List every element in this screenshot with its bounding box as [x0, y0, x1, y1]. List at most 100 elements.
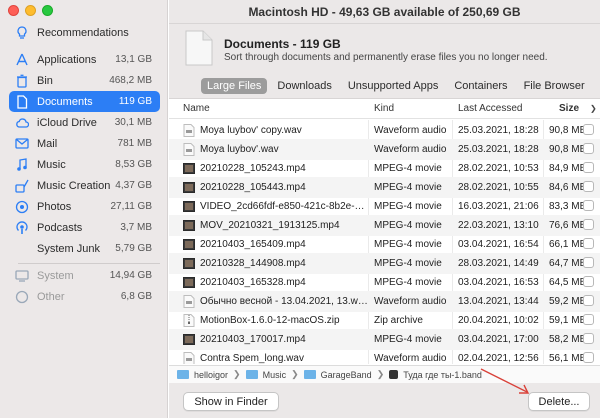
file-name: 20210228_105243.mp4: [200, 163, 306, 174]
path-segment[interactable]: GarageBand: [321, 370, 372, 380]
file-select-checkbox[interactable]: [583, 143, 594, 154]
sidebar-item-size: 13,1 GB: [115, 54, 152, 65]
file-select-checkbox[interactable]: [583, 219, 594, 230]
sidebar-item-label: Music: [37, 158, 66, 171]
file-select-checkbox[interactable]: [583, 352, 594, 363]
table-row[interactable]: 20210228_105443.mp4 MPEG-4 movie 28.02.202…: [169, 177, 600, 198]
tab-unsupported-apps[interactable]: Unsupported Apps: [342, 78, 445, 94]
file-size: 83,3 MB: [549, 201, 587, 212]
sidebar-item-music-creation[interactable]: Music Creation 4,37 GB: [9, 175, 160, 196]
sort-chevron-icon[interactable]: ❯: [590, 104, 597, 113]
tab-large-files[interactable]: Large Files: [201, 78, 268, 94]
sidebar-item-size: 8,53 GB: [115, 159, 152, 170]
file-select-checkbox[interactable]: [583, 295, 594, 306]
file-select-checkbox[interactable]: [583, 162, 594, 173]
category-header: Documents - 119 GB Sort through document…: [169, 24, 600, 74]
mail-icon: [15, 137, 29, 151]
music-icon: [15, 157, 29, 172]
file-last-accessed: 28.03.2021, 14:49: [458, 258, 539, 269]
file-select-checkbox[interactable]: [583, 200, 594, 211]
file-select-checkbox[interactable]: [583, 124, 594, 135]
audio-file-icon: [183, 143, 195, 156]
sidebar-item-icloud-drive[interactable]: iCloud Drive 30,1 MB: [9, 112, 160, 133]
file-last-accessed: 03.04.2021, 16:54: [458, 239, 539, 250]
sidebar-item-system[interactable]: System 14,94 GB: [9, 265, 160, 286]
sidebar-item-size: 3,7 MB: [120, 222, 152, 233]
video-file-icon: [183, 162, 195, 175]
music-creation-icon: [15, 179, 29, 193]
file-kind: MPEG-4 movie: [374, 258, 442, 269]
table-row[interactable]: Moya luybov' copy.wav Waveform audio 25.03…: [169, 120, 600, 141]
category-title: Documents - 119 GB: [224, 37, 341, 51]
video-file-icon: [183, 333, 195, 346]
file-last-accessed: 25.03.2021, 18:28: [458, 125, 539, 136]
video-file-icon: [183, 200, 195, 213]
delete-button[interactable]: Delete...: [528, 392, 590, 411]
file-select-checkbox[interactable]: [583, 333, 594, 344]
folder-icon: [303, 370, 316, 379]
path-segment[interactable]: helloigor: [194, 370, 228, 380]
sidebar-item-label: System Junk: [37, 242, 100, 255]
sidebar-item-label: iCloud Drive: [37, 116, 97, 129]
column-name[interactable]: Name: [183, 103, 210, 114]
file-size: 66,1 MB: [549, 239, 587, 250]
table-row[interactable]: VIDEO_2cd66fdf-e850-421c-8b2e-… MPEG-4 mo…: [169, 196, 600, 217]
main-panel: Macintosh HD - 49,63 GB available of 250…: [169, 0, 600, 418]
file-select-checkbox[interactable]: [583, 257, 594, 268]
file-last-accessed: 16.03.2021, 21:06: [458, 201, 539, 212]
photos-icon: [15, 200, 29, 214]
sidebar-item-recommendations[interactable]: Recommendations: [9, 22, 160, 43]
sidebar-divider: [18, 263, 160, 264]
table-row[interactable]: MOV_20210321_1913125.mp4 MPEG-4 movie 22.0…: [169, 215, 600, 236]
table-row[interactable]: 20210403_170017.mp4 MPEG-4 movie 03.04.202…: [169, 329, 600, 350]
sidebar-item-music[interactable]: Music 8,53 GB: [9, 154, 160, 175]
file-size: 84,9 MB: [549, 163, 587, 174]
table-row[interactable]: MotionBox-1.6.0-12-macOS.zip Zip archive 2…: [169, 310, 600, 331]
tab-file-browser[interactable]: File Browser: [518, 78, 591, 94]
category-subtitle: Sort through documents and permanently e…: [224, 52, 548, 63]
sidebar-item-other[interactable]: Other 6,8 GB: [9, 286, 160, 307]
table-row[interactable]: Moya luybov'.wav Waveform audio 25.03.2021…: [169, 139, 600, 160]
sidebar-item-photos[interactable]: Photos 27,11 GB: [9, 196, 160, 217]
file-select-checkbox[interactable]: [583, 181, 594, 192]
tab-containers[interactable]: Containers: [448, 78, 513, 94]
sidebar-item-bin[interactable]: Bin 468,2 MB: [9, 70, 160, 91]
tab-downloads[interactable]: Downloads: [271, 78, 337, 94]
table-row[interactable]: 20210403_165409.mp4 MPEG-4 movie 03.04.202…: [169, 234, 600, 255]
path-segment[interactable]: Music: [263, 370, 287, 380]
cleaner-window: Recommendations Applications 13,1 GB Bin…: [0, 0, 600, 418]
sidebar-item-size: 6,8 GB: [120, 291, 152, 302]
table-row[interactable]: Обычно весной - 13.04.2021, 13.wav Wavefo…: [169, 291, 600, 312]
table-row[interactable]: 20210328_144908.mp4 MPEG-4 movie 28.03.202…: [169, 253, 600, 274]
column-last-accessed[interactable]: Last Accessed: [458, 103, 522, 114]
sidebar-item-size: 4,37 GB: [115, 180, 152, 191]
minimize-window-button[interactable]: [25, 5, 36, 16]
file-select-checkbox[interactable]: [583, 314, 594, 325]
file-name: Moya luybov'.wav: [200, 144, 279, 155]
table-row[interactable]: Contra Spem_long.wav Waveform audio 02.04.…: [169, 348, 600, 364]
sidebar-item-system-junk[interactable]: System Junk 5,79 GB: [9, 238, 160, 259]
table-row[interactable]: 20210228_105243.mp4 MPEG-4 movie 28.02.202…: [169, 158, 600, 179]
table-row[interactable]: 20210403_165328.mp4 MPEG-4 movie 03.04.202…: [169, 272, 600, 293]
applications-icon: [15, 53, 29, 67]
file-kind: MPEG-4 movie: [374, 163, 442, 174]
file-last-accessed: 20.04.2021, 10:02: [458, 315, 539, 326]
file-select-checkbox[interactable]: [583, 238, 594, 249]
garageband-file-icon: [389, 370, 399, 379]
sidebar-item-podcasts[interactable]: Podcasts 3,7 MB: [9, 217, 160, 238]
file-kind: MPEG-4 movie: [374, 277, 442, 288]
sidebar-item-applications[interactable]: Applications 13,1 GB: [9, 49, 160, 70]
column-kind[interactable]: Kind: [374, 103, 394, 114]
video-file-icon: [183, 257, 195, 270]
file-select-checkbox[interactable]: [583, 276, 594, 287]
sidebar-item-label: Other: [37, 290, 65, 303]
sidebar-item-documents[interactable]: Documents 119 GB: [9, 91, 160, 112]
show-in-finder-button[interactable]: Show in Finder: [183, 392, 279, 411]
podcasts-icon: [15, 220, 29, 235]
close-window-button[interactable]: [8, 5, 19, 16]
sidebar-item-mail[interactable]: Mail 781 MB: [9, 133, 160, 154]
trash-icon: [15, 74, 29, 88]
column-size[interactable]: Size: [559, 103, 579, 114]
zoom-window-button[interactable]: [42, 5, 53, 16]
chevron-right-icon: ❯: [233, 369, 241, 379]
